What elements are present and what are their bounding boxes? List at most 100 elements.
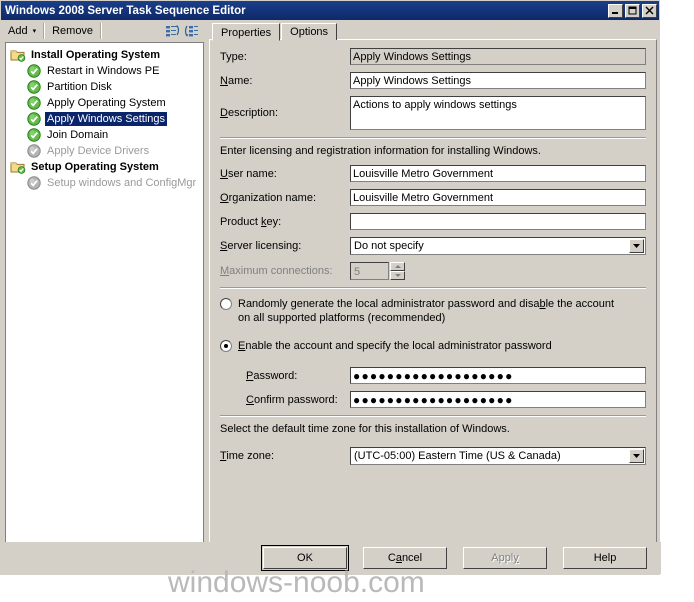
tree-item-setup-operating-system[interactable]: Setup Operating System — [10, 159, 203, 175]
description-label: Description: — [220, 107, 279, 119]
move-up-icon[interactable] — [162, 22, 182, 40]
confirm-password-label: Confirm password: — [246, 393, 338, 406]
help-button-label: Help — [593, 552, 617, 564]
radio-enable-account-label: Enable the account and specify the local… — [238, 340, 552, 352]
window-title: Windows 2008 Server Task Sequence Editor — [5, 4, 246, 17]
add-button[interactable]: Add ▾ — [3, 22, 41, 40]
type-field-row: Type: Apply Windows Settings — [220, 48, 646, 65]
apply-button-label: Apply — [491, 552, 519, 564]
chevron-down-icon[interactable] — [629, 449, 644, 463]
green-check-icon — [26, 127, 42, 143]
folder-icon — [10, 47, 26, 63]
divider-1 — [220, 137, 646, 139]
tree-item-join-domain[interactable]: Join Domain — [10, 127, 203, 143]
chevron-down-icon[interactable] — [629, 239, 644, 253]
user-name-label: User name: — [220, 167, 277, 180]
close-button[interactable] — [642, 3, 657, 18]
timezone-note: Select the default time zone for this in… — [220, 423, 510, 435]
timezone-value: (UTC-05:00) Eastern Time (US & Canada) — [354, 450, 561, 462]
max-connections-label: Maximum connections: — [220, 265, 333, 277]
name-field-row: Name: Apply Windows Settings — [220, 72, 646, 89]
radio-enable-account[interactable] — [220, 340, 232, 352]
name-input[interactable]: Apply Windows Settings — [350, 72, 646, 89]
server-licensing-field-row: Server licensing: Do not specify — [220, 237, 646, 255]
window-controls — [608, 3, 657, 18]
user-name-field-row: User name: Louisville Metro Government — [220, 165, 646, 182]
move-down-icon[interactable] — [182, 22, 202, 40]
tree-item-restart-in-windows-pe[interactable]: Restart in Windows PE — [10, 63, 203, 79]
green-check-icon — [26, 79, 42, 95]
tree-item-label: Apply Operating System — [47, 97, 166, 109]
description-input[interactable]: Actions to apply windows settings — [350, 96, 646, 130]
password-field-row: Password: ●●●●●●●●●●●●●●●●●●● — [220, 367, 646, 384]
product-key-input[interactable] — [350, 213, 646, 230]
type-value: Apply Windows Settings — [350, 48, 646, 65]
tree-item-label: Setup Operating System — [31, 161, 159, 173]
tree-item-partition-disk[interactable]: Partition Disk — [10, 79, 203, 95]
stepper-up-icon — [390, 262, 405, 271]
stepper-down-icon — [390, 271, 405, 280]
minimize-button[interactable] — [608, 3, 623, 18]
tab-options[interactable]: Options — [281, 23, 338, 40]
green-check-icon — [26, 63, 42, 79]
tab-options-label: Options — [290, 26, 329, 38]
radio-selected-dot — [224, 344, 228, 348]
add-button-label: Add — [8, 25, 28, 37]
radio-random-password[interactable] — [220, 298, 232, 310]
tab-properties-label: Properties — [221, 27, 272, 39]
confirm-password-input[interactable]: ●●●●●●●●●●●●●●●●●●● — [350, 391, 646, 408]
toolbar-separator-2 — [100, 23, 103, 39]
product-key-field-row: Product key: — [220, 213, 646, 230]
timezone-select[interactable]: (UTC-05:00) Eastern Time (US & Canada) — [350, 447, 646, 465]
task-sequence-tree[interactable]: Install Operating System Restart in Wind… — [5, 42, 204, 562]
divider-3 — [220, 415, 646, 417]
timezone-label: Time zone: — [220, 450, 275, 462]
timezone-field-row: Time zone: (UTC-05:00) Eastern Time (US … — [220, 447, 646, 465]
toolbar-separator — [43, 23, 46, 39]
title-bar: Windows 2008 Server Task Sequence Editor — [1, 1, 659, 20]
divider-2 — [220, 287, 646, 289]
password-label: Password: — [246, 369, 298, 382]
name-label: Name: — [220, 74, 253, 87]
tree-item-label: Apply Windows Settings — [45, 112, 167, 126]
cancel-button[interactable]: Cancel — [363, 547, 447, 569]
details-pane: Properties Options Type: Apply Windows S… — [209, 22, 657, 562]
tree-item-apply-device-drivers[interactable]: Apply Device Drivers — [10, 143, 203, 159]
tree-item-label: Partition Disk — [47, 81, 112, 93]
organization-label: Organization name: — [220, 191, 317, 204]
tree-item-install-operating-system[interactable]: Install Operating System — [10, 47, 203, 63]
server-licensing-value: Do not specify — [354, 240, 424, 252]
organization-input[interactable]: Louisville Metro Government — [350, 189, 646, 206]
max-connections-value: 5 — [350, 262, 389, 280]
radio-enable-account-row[interactable]: Enable the account and specify the local… — [220, 339, 646, 353]
tree-toolbar: Add ▾ Remove — [1, 20, 204, 42]
server-licensing-select[interactable]: Do not specify — [350, 237, 646, 255]
task-sequence-editor-window: Windows 2008 Server Task Sequence Editor… — [0, 0, 661, 575]
description-field-row: Description: Actions to apply windows se… — [220, 96, 646, 130]
remove-button[interactable]: Remove — [47, 22, 98, 40]
green-check-icon — [26, 95, 42, 111]
server-licensing-label: Server licensing: — [220, 240, 302, 252]
tree-item-label: Apply Device Drivers — [47, 145, 150, 157]
ok-button[interactable]: OK — [261, 545, 349, 571]
radio-random-password-row[interactable]: Randomly generate the local administrato… — [220, 297, 646, 325]
window-body: Add ▾ Remove Install Operating System Re… — [1, 20, 661, 574]
type-label: Type: — [220, 50, 247, 63]
tree-item-label: Install Operating System — [31, 49, 160, 61]
user-name-input[interactable]: Louisville Metro Government — [350, 165, 646, 182]
product-key-label: Product key: — [220, 215, 282, 228]
max-connections-field-row: Maximum connections: 5 — [220, 262, 646, 280]
tree-item-setup-windows-and-configmgr[interactable]: Setup windows and ConfigMgr — [10, 175, 203, 191]
tree-list: Install Operating System Restart in Wind… — [6, 43, 203, 191]
password-input[interactable]: ●●●●●●●●●●●●●●●●●●● — [350, 367, 646, 384]
dialog-buttons: OK Cancel Apply Help — [1, 542, 661, 574]
cancel-button-label: Cancel — [387, 552, 423, 564]
tree-item-label: Join Domain — [47, 129, 109, 141]
help-button[interactable]: Help — [563, 547, 647, 569]
maximize-button[interactable] — [625, 3, 640, 18]
tab-strip: Properties Options — [209, 22, 657, 41]
tree-item-apply-operating-system[interactable]: Apply Operating System — [10, 95, 203, 111]
properties-panel: Type: Apply Windows Settings Name: Apply… — [209, 39, 657, 562]
tree-item-apply-windows-settings[interactable]: Apply Windows Settings — [10, 111, 203, 127]
tab-properties[interactable]: Properties — [212, 23, 281, 41]
